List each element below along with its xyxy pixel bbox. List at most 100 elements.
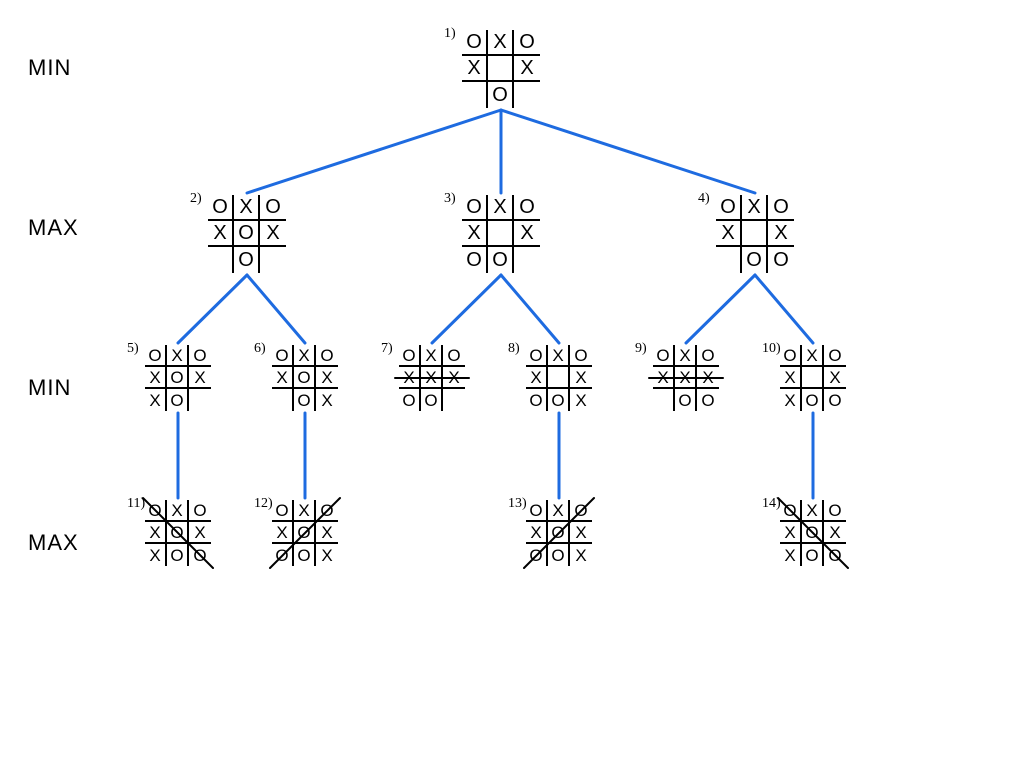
board-13-cell-7: O [548,544,570,566]
board-6-cell-4: O [294,367,316,389]
board-7-cell-7: O [421,389,443,411]
board-13: OXOXOXOOX [526,500,592,566]
board-14-cell-8: O [824,544,846,566]
board-6-cell-7: O [294,389,316,411]
board-4-cell-1: X [742,195,768,221]
board-11-cell-4: O [167,522,189,544]
board-1-cell-7: O [488,82,514,108]
board-13-cell-1: X [548,500,570,522]
board-11-cell-8: O [189,544,211,566]
board-3: OXOXXOO [462,195,540,273]
board-4-cell-5: X [768,221,794,247]
board-1-cell-3: X [462,56,488,82]
board-13-cell-4: O [548,522,570,544]
edge-1-2 [247,110,501,193]
board-8-cell-8: X [570,389,592,411]
board-12-cell-2: O [316,500,338,522]
board-13-cell-8: X [570,544,592,566]
board-8-cell-3: X [526,367,548,389]
node-label-6: 6) [254,341,266,357]
board-1: OXOXXO [462,30,540,108]
node-label-3: 3) [444,191,456,207]
board-10-cell-2: O [824,345,846,367]
board-11-cell-2: O [189,500,211,522]
board-6-cell-5: X [316,367,338,389]
board-3-cell-6: O [462,247,488,273]
board-14-cell-2: O [824,500,846,522]
node-label-7: 7) [381,341,393,357]
board-4-cell-0: O [716,195,742,221]
board-7-cell-3: X [399,367,421,389]
board-4-cell-6 [716,247,742,273]
board-5-cell-8 [189,389,211,411]
board-9-cell-0: O [653,345,675,367]
board-5-cell-3: X [145,367,167,389]
board-12-cell-0: O [272,500,294,522]
board-14-cell-1: X [802,500,824,522]
board-2-cell-7: O [234,247,260,273]
board-6-cell-3: X [272,367,294,389]
node-label-8: 8) [508,341,520,357]
board-4-cell-2: O [768,195,794,221]
node-label-14: 14) [762,496,781,512]
board-5-cell-1: X [167,345,189,367]
board-6-cell-8: X [316,389,338,411]
board-13-cell-0: O [526,500,548,522]
board-8-cell-1: X [548,345,570,367]
board-7-cell-0: O [399,345,421,367]
board-7-cell-8 [443,389,465,411]
board-1-cell-1: X [488,30,514,56]
board-4-cell-3: X [716,221,742,247]
board-11-cell-7: O [167,544,189,566]
board-5-cell-5: X [189,367,211,389]
board-12-cell-7: O [294,544,316,566]
board-3-cell-2: O [514,195,540,221]
board-2-cell-1: X [234,195,260,221]
board-12-cell-3: X [272,522,294,544]
board-7-cell-6: O [399,389,421,411]
board-6-cell-1: X [294,345,316,367]
edge-4-9 [686,275,755,343]
board-2-cell-4: O [234,221,260,247]
board-10-cell-7: O [802,389,824,411]
board-13-cell-2: O [570,500,592,522]
edge-3-7 [432,275,501,343]
level-label-min-0: MIN [28,55,71,81]
board-7-cell-2: O [443,345,465,367]
board-8-cell-7: O [548,389,570,411]
board-10-cell-5: X [824,367,846,389]
board-14-cell-3: X [780,522,802,544]
board-12: OXOXOXOOX [272,500,338,566]
board-11-cell-0: O [145,500,167,522]
board-9-cell-4: X [675,367,697,389]
board-5-cell-2: O [189,345,211,367]
board-10-cell-3: X [780,367,802,389]
board-1-cell-2: O [514,30,540,56]
board-4-cell-7: O [742,247,768,273]
board-2-cell-0: O [208,195,234,221]
board-7-cell-1: X [421,345,443,367]
board-2-cell-2: O [260,195,286,221]
board-5: OXOXOXXO [145,345,211,411]
board-12-cell-5: X [316,522,338,544]
edge-4-10 [755,275,813,343]
board-1-cell-0: O [462,30,488,56]
board-12-cell-1: X [294,500,316,522]
level-label-min-2: MIN [28,375,71,401]
node-label-13: 13) [508,496,527,512]
board-10-cell-8: O [824,389,846,411]
edge-3-8 [501,275,559,343]
board-7-cell-5: X [443,367,465,389]
board-3-cell-1: X [488,195,514,221]
board-3-cell-3: X [462,221,488,247]
board-14-cell-7: O [802,544,824,566]
node-label-10: 10) [762,341,781,357]
board-1-cell-6 [462,82,488,108]
board-3-cell-5: X [514,221,540,247]
board-14: OXOXOXXOO [780,500,846,566]
board-9-cell-3: X [653,367,675,389]
board-10: OXOXXXOO [780,345,846,411]
board-12-cell-6: O [272,544,294,566]
board-1-cell-5: X [514,56,540,82]
board-3-cell-4 [488,221,514,247]
